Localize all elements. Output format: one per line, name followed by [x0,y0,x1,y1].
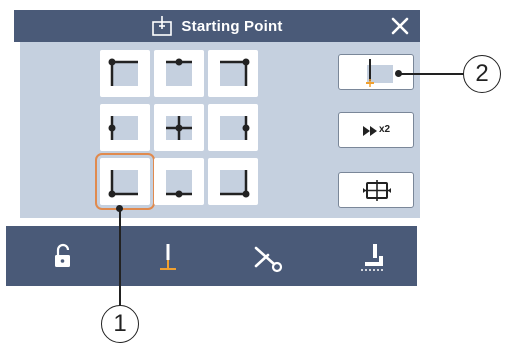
dialog-title: Starting Point [181,17,283,35]
edge-top-center-icon [166,58,192,86]
unlock-icon[interactable] [46,238,86,278]
position-bottom-right-button[interactable] [208,158,258,205]
corner-bottom-right-icon [220,170,250,198]
position-bottom-center-button[interactable] [154,158,204,205]
position-top-center-button[interactable] [154,50,204,97]
position-top-left-button[interactable] [100,50,150,97]
bottom-toolbar [6,226,417,286]
position-middle-right-button[interactable] [208,104,258,151]
starting-point-icon [152,16,173,36]
center-cross-icon [166,116,192,140]
corner-bottom-left-icon [108,170,138,198]
fast-forward-label: x2 [379,124,391,135]
corner-top-left-icon [108,58,138,86]
frame-trace-button[interactable] [338,172,414,208]
needle-icon[interactable] [148,238,188,278]
needle-position-button[interactable] [338,54,414,90]
thread-cut-icon[interactable] [248,238,288,278]
fast-forward-icon [363,126,377,136]
position-bottom-left-button[interactable] [95,153,155,210]
presser-foot-icon[interactable] [353,238,393,278]
frame-trace-icon [363,180,391,201]
position-top-right-button[interactable] [208,50,258,97]
callout-1-marker: 1 [101,305,139,343]
callout-1-label: 1 [113,310,127,337]
callout-2-leader-line [400,73,464,75]
close-icon[interactable] [388,14,412,38]
position-center-button[interactable] [154,104,204,151]
position-middle-left-button[interactable] [100,104,150,151]
corner-top-right-icon [220,58,250,86]
callout-2-label: 2 [475,60,489,87]
starting-point-panel: x2 [20,42,420,218]
title-bar: Starting Point [14,10,420,42]
fast-forward-x2-button[interactable]: x2 [338,112,414,148]
callout-2-marker: 2 [463,55,501,93]
edge-middle-right-icon [220,116,250,140]
callout-1-leader-line [119,209,121,306]
edge-bottom-center-icon [166,170,192,198]
edge-middle-left-icon [108,116,138,140]
